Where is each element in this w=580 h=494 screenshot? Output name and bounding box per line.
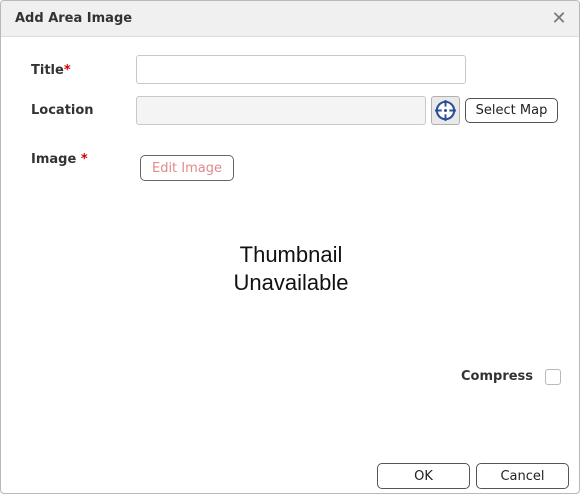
- locate-button[interactable]: [431, 96, 460, 125]
- ok-button[interactable]: OK: [377, 463, 470, 489]
- add-area-image-dialog: Add Area Image ✕ Title* Location Select …: [0, 0, 580, 494]
- title-input[interactable]: [136, 55, 466, 84]
- image-required-mark: *: [80, 152, 88, 167]
- dialog-title: Add Area Image: [15, 11, 133, 26]
- thumbnail-line-1: Thumbnail: [239, 242, 343, 267]
- location-label: Location: [31, 103, 94, 118]
- close-icon[interactable]: ✕: [549, 9, 569, 29]
- edit-image-button[interactable]: Edit Image: [140, 155, 234, 181]
- crosshair-icon: [434, 99, 457, 122]
- image-label: Image *: [31, 152, 88, 167]
- dialog-titlebar: Add Area Image ✕: [1, 1, 579, 37]
- title-label: Title*: [31, 63, 71, 78]
- location-input[interactable]: [136, 96, 426, 125]
- title-required-mark: *: [63, 63, 71, 78]
- compress-checkbox[interactable]: [545, 369, 561, 385]
- thumbnail-placeholder: Thumbnail Unavailable: [181, 241, 401, 297]
- select-map-button[interactable]: Select Map: [465, 98, 558, 123]
- title-label-text: Title: [31, 63, 64, 78]
- image-label-text: Image: [31, 152, 77, 167]
- thumbnail-line-2: Unavailable: [233, 270, 349, 295]
- compress-label: Compress: [461, 369, 534, 384]
- cancel-button[interactable]: Cancel: [476, 463, 569, 489]
